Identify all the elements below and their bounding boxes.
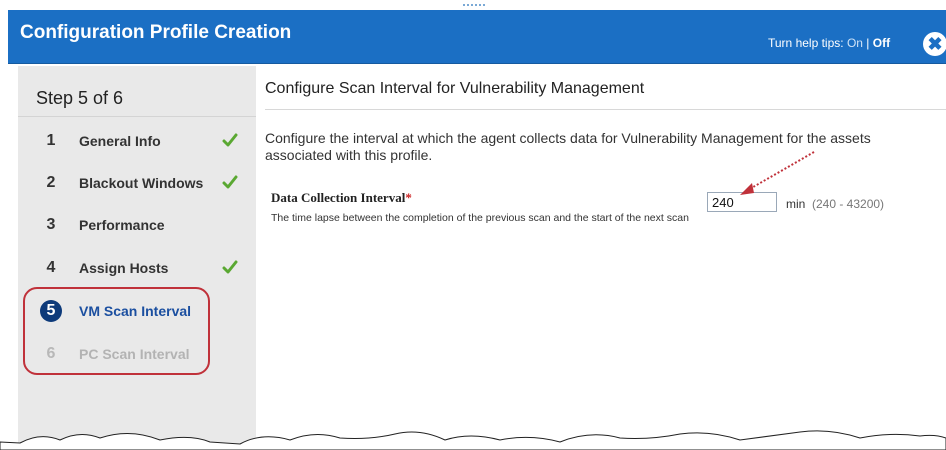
- sidebar-item-general-info[interactable]: 1 General Info: [18, 126, 256, 156]
- sidebar-item-label: Blackout Windows: [79, 175, 204, 191]
- step-indicator: Step 5 of 6: [36, 88, 124, 108]
- wizard-sidebar: Step 5 of 6 1 General Info 2 Blackout Wi…: [18, 66, 256, 450]
- sidebar-item-assign-hosts[interactable]: 4 Assign Hosts: [18, 253, 256, 283]
- sidebar-item-label: General Info: [79, 133, 161, 149]
- highlight-annotation-box: [23, 287, 210, 375]
- check-icon: [222, 175, 238, 189]
- torn-edge: [0, 430, 946, 450]
- help-tips-on-link[interactable]: On: [847, 36, 863, 50]
- step-number: 2: [46, 174, 56, 191]
- main-content: Configure Scan Interval for Vulnerabilit…: [256, 66, 946, 450]
- section-divider: [265, 109, 946, 110]
- sidebar-item-label: Performance: [79, 217, 165, 233]
- step-number: 4: [46, 259, 56, 276]
- resize-grip[interactable]: [463, 4, 485, 8]
- interval-label-text: Data Collection Interval: [271, 190, 406, 205]
- sidebar-item-blackout-windows[interactable]: 2 Blackout Windows: [18, 168, 256, 198]
- interval-field-label: Data Collection Interval*: [271, 190, 412, 206]
- sidebar-divider: [18, 116, 256, 117]
- section-title: Configure Scan Interval for Vulnerabilit…: [265, 80, 645, 97]
- dialog-title: Configuration Profile Creation: [20, 22, 292, 43]
- step-number: 1: [46, 132, 56, 149]
- required-marker: *: [405, 190, 412, 205]
- help-tips-separator: |: [866, 36, 870, 50]
- help-tips-label: Turn help tips:: [768, 36, 844, 50]
- check-icon: [222, 133, 238, 147]
- arrow-annotation: [740, 151, 815, 195]
- close-icon[interactable]: ✖: [923, 32, 946, 56]
- help-tips-toggle: Turn help tips: On | Off: [768, 36, 890, 50]
- dialog-frame: Configuration Profile Creation Turn help…: [0, 0, 946, 450]
- sidebar-item-performance[interactable]: 3 Performance: [18, 210, 256, 240]
- sidebar-item-label: Assign Hosts: [79, 260, 169, 276]
- help-tips-off-link[interactable]: Off: [873, 36, 890, 50]
- check-icon: [222, 260, 238, 274]
- interval-field-help: The time lapse between the completion of…: [271, 212, 689, 224]
- step-number: 3: [46, 216, 56, 233]
- dialog-header: Configuration Profile Creation Turn help…: [8, 10, 946, 64]
